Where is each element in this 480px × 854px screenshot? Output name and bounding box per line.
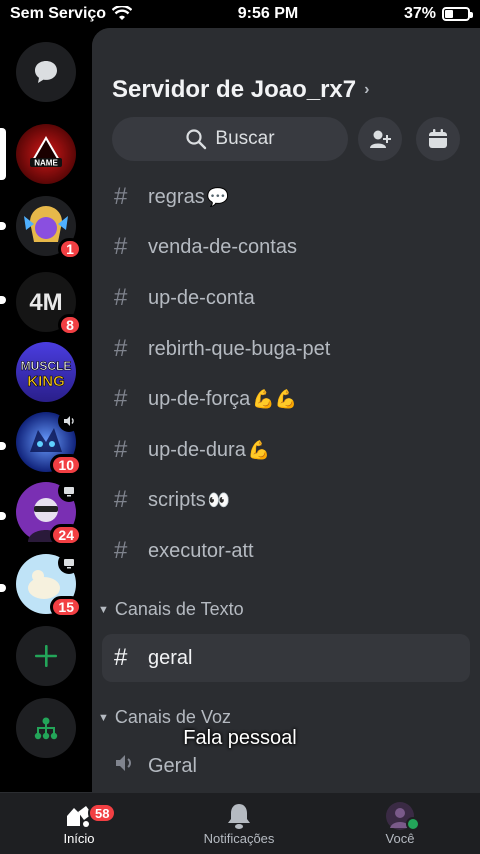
channel-emoji: 👀 — [207, 489, 231, 510]
channel-panel: Servidor de Joao_rx7 › Buscar # regras 💬 #… — [92, 28, 480, 792]
bell-icon — [228, 804, 250, 829]
server-logo: NAME — [16, 124, 76, 184]
invite-members-button[interactable] — [358, 117, 402, 161]
channel-emoji: 💬 — [206, 186, 230, 207]
server-icon-7[interactable]: 15 — [16, 552, 82, 618]
svg-text:MUSCLE: MUSCLE — [21, 359, 72, 373]
hash-icon: # — [114, 644, 128, 671]
channel-name: up-de-força — [148, 387, 251, 410]
video-caption: Fala pessoal — [183, 727, 297, 749]
server-icon-2[interactable]: 1 — [16, 196, 82, 260]
channel-name: Geral — [148, 754, 197, 777]
unread-badge: 8 — [58, 314, 82, 336]
channel-executor-att[interactable]: # executor-att — [102, 527, 470, 575]
notification-count-badge: 58 — [88, 803, 117, 823]
tab-label: Início — [63, 831, 95, 846]
server-rail: NAME 1 4M 8 MUSCLE KING 10 24 15 — [0, 28, 92, 792]
hash-icon: # — [114, 537, 128, 564]
chevron-down-icon: ▼ — [98, 711, 109, 724]
add-user-icon — [370, 130, 391, 148]
channel-scripts[interactable]: # scripts 👀 — [102, 476, 470, 524]
channel-up-de-forca[interactable]: # up-de-força 💪💪 — [102, 375, 470, 423]
unread-badge: 24 — [50, 524, 82, 546]
channel-name: up-de-dura — [148, 438, 246, 461]
channel-name: scripts — [148, 488, 206, 511]
channel-name: regras — [148, 185, 205, 208]
wifi-icon — [112, 6, 133, 20]
server-icon-3[interactable]: 4M 8 — [16, 272, 82, 336]
unread-badge: 10 — [50, 454, 82, 476]
svg-text:4M: 4M — [29, 289, 62, 316]
server-header: Servidor de Joao_rx7 › Buscar — [92, 28, 480, 184]
tab-home[interactable]: 58 Início — [29, 801, 129, 846]
tab-label: Notificações — [203, 831, 275, 846]
speaker-icon — [114, 752, 148, 780]
hash-icon: # — [114, 233, 128, 260]
category-label: Canais de Voz — [114, 707, 231, 727]
channel-name: executor-att — [148, 539, 254, 562]
chevron-down-icon: ▼ — [98, 603, 109, 616]
add-server-button[interactable] — [16, 626, 76, 686]
tab-label: Você — [385, 831, 415, 846]
server-icon-5[interactable]: 10 — [16, 410, 82, 476]
category-text-channels[interactable]: ▼ Canais de Texto — [98, 599, 244, 620]
search-button[interactable]: Buscar — [112, 117, 348, 161]
svg-text:KING: KING — [27, 373, 65, 390]
channel-name: venda-de-contas — [148, 235, 297, 258]
channel-geral[interactable]: # geral — [102, 634, 470, 682]
channel-up-de-dura[interactable]: # up-de-dura 💪 — [102, 426, 470, 474]
screen-share-icon — [58, 552, 80, 574]
tab-you[interactable]: Você — [350, 801, 450, 846]
hash-icon: # — [114, 335, 128, 362]
chevron-right-icon: › — [364, 81, 370, 98]
server-name: Servidor de Joao_rx7 — [112, 76, 357, 103]
channel-up-de-conta[interactable]: # up-de-conta — [102, 274, 470, 322]
channel-regras[interactable]: # regras 💬 — [102, 173, 470, 221]
speaker-icon — [58, 410, 80, 432]
direct-messages-button[interactable] — [16, 42, 76, 102]
active-server-indicator — [0, 128, 6, 180]
hash-icon: # — [114, 284, 128, 311]
events-button[interactable] — [416, 117, 460, 161]
bottom-tab-bar: 58 Início Notificações Você — [0, 792, 480, 854]
channel-venda-de-contas[interactable]: # venda-de-contas — [102, 223, 470, 271]
channel-name: up-de-conta — [148, 286, 255, 309]
hash-icon: # — [114, 436, 128, 463]
hash-icon: # — [114, 183, 128, 210]
server-icon-name[interactable]: NAME — [16, 124, 76, 184]
hash-icon: # — [114, 486, 128, 513]
svg-text:NAME: NAME — [34, 159, 58, 168]
plus-icon — [35, 645, 57, 667]
battery-percent: 37% — [403, 5, 436, 22]
server-logo: MUSCLE KING — [16, 342, 76, 402]
unread-badge: 15 — [50, 596, 82, 618]
channel-name: rebirth-que-buga-pet — [148, 337, 331, 360]
tab-notifications[interactable]: Notificações — [189, 801, 289, 846]
channel-rebirth-que-buga-pet[interactable]: # rebirth-que-buga-pet — [102, 325, 470, 373]
battery-icon — [442, 7, 473, 21]
channel-emoji: 💪💪 — [252, 388, 298, 409]
server-name-button[interactable]: Servidor de Joao_rx7 › — [112, 76, 369, 104]
channel-name: geral — [148, 646, 193, 669]
category-label: Canais de Texto — [114, 599, 244, 619]
hash-icon: # — [114, 385, 128, 412]
online-status-dot — [406, 817, 420, 831]
calendar-icon — [429, 129, 447, 148]
clock: 9:56 PM — [237, 5, 299, 22]
screen-share-icon — [58, 480, 80, 502]
server-icon-6[interactable]: 24 — [16, 480, 82, 546]
unread-badge: 1 — [58, 238, 82, 260]
carrier-label: Sem Serviço — [10, 5, 107, 22]
chat-bubble-icon — [35, 61, 57, 83]
server-icon-muscle-king[interactable]: MUSCLE KING — [16, 342, 76, 402]
search-icon — [186, 129, 207, 150]
channel-emoji: 💪 — [247, 439, 271, 460]
search-label: Buscar — [215, 128, 275, 149]
status-bar: Sem Serviço 9:56 PM 37% — [0, 0, 480, 28]
category-voice-channels[interactable]: ▼ Canais de Voz — [98, 707, 231, 728]
